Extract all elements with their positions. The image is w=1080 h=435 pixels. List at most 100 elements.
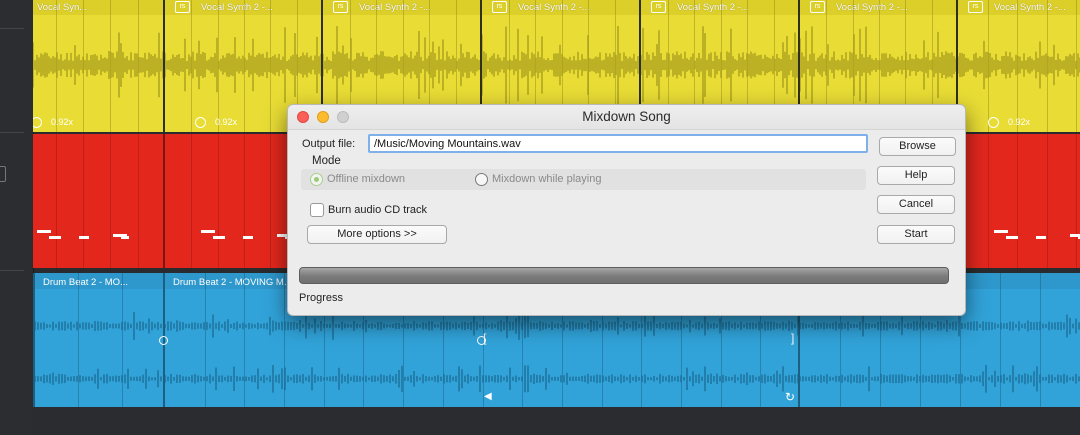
realtime-stretch-icon: rs xyxy=(968,1,983,13)
vocal-synth-clip[interactable]: rs Vocal Synth 2 -... 0.92x xyxy=(956,0,1080,132)
realtime-stretch-icon: rs xyxy=(651,1,666,13)
midi-note xyxy=(201,230,215,233)
beat-grid-line xyxy=(110,134,112,268)
browse-button[interactable]: Browse xyxy=(879,137,956,156)
burn-cd-label[interactable]: Burn audio CD track xyxy=(328,204,427,216)
output-file-value: /Music/Moving Mountains.wav xyxy=(374,138,521,150)
stretch-ratio: 0.92x xyxy=(215,117,238,127)
beat-grid-line xyxy=(1046,134,1048,268)
beat-grid-line xyxy=(83,134,84,268)
empty-track-area[interactable] xyxy=(33,407,1080,435)
midi-note xyxy=(121,236,129,239)
audio-waveform xyxy=(958,40,1080,90)
chevron-down-icon[interactable]: ▾ xyxy=(0,200,6,208)
audio-waveform xyxy=(165,27,322,103)
midi-clip[interactable] xyxy=(33,134,163,268)
realtime-stretch-icon: rs xyxy=(175,1,190,13)
waveform-path xyxy=(165,27,322,103)
realtime-stretch-icon: rs xyxy=(333,1,348,13)
midi-note xyxy=(49,236,61,239)
volume-icon[interactable]: ◀ xyxy=(484,391,492,402)
progress-label: Progress xyxy=(299,292,344,304)
help-button[interactable]: Help xyxy=(877,166,955,185)
loop-icon[interactable]: ↻ xyxy=(785,390,795,404)
mixdown-song-dialog: Mixdown Song Output file: /Music/Moving … xyxy=(287,104,966,316)
clip-name: Vocal Synth 2 -... xyxy=(994,2,1066,13)
midi-note xyxy=(213,236,225,239)
chevron-down-icon[interactable]: ▾ xyxy=(0,338,6,346)
chevron-down-icon[interactable]: ▾ xyxy=(0,250,6,258)
gutter-divider xyxy=(0,270,24,271)
chevron-down-icon[interactable]: ▾ xyxy=(0,364,6,372)
mixdown-while-playing-radio[interactable] xyxy=(475,173,488,186)
offline-mixdown-label[interactable]: Offline mixdown xyxy=(327,173,405,185)
waveform-path xyxy=(482,26,641,104)
waveform-path xyxy=(35,312,165,340)
mode-group: Offline mixdown Mixdown while playing xyxy=(301,169,866,190)
chevron-down-icon[interactable]: ▾ xyxy=(0,86,6,94)
offline-mixdown-radio[interactable] xyxy=(310,173,323,186)
start-button[interactable]: Start xyxy=(877,225,955,244)
dialog-titlebar[interactable]: Mixdown Song xyxy=(288,105,965,130)
track-header-gutter: ▾ ▾ ▾ ▾ ▾ ▾ ▾ xyxy=(0,0,34,435)
waveform-path xyxy=(958,40,1080,90)
output-file-label: Output file: xyxy=(302,138,356,150)
chevron-down-icon[interactable]: ▾ xyxy=(0,62,6,70)
clip-name: Drum Beat 2 - MOVING M... xyxy=(173,277,292,288)
clip-name: Vocal Synth 2 -... xyxy=(201,2,273,13)
waveform-path xyxy=(800,314,1080,338)
vocal-synth-clip[interactable]: rsVocal Syn...0.92x xyxy=(33,0,164,132)
audio-waveform xyxy=(323,26,482,104)
audio-waveform xyxy=(35,312,165,389)
stretch-ratio: 0.92x xyxy=(1008,117,1031,127)
loop-marker-icon[interactable] xyxy=(159,336,168,345)
stretch-icon xyxy=(988,117,999,128)
realtime-stretch-icon: rs xyxy=(492,1,507,13)
beat-grid-line xyxy=(244,134,245,268)
midi-clip[interactable] xyxy=(956,134,1080,268)
burn-cd-checkbox[interactable] xyxy=(310,203,324,217)
more-options-button[interactable]: More options >> xyxy=(307,225,447,244)
beat-grid-line xyxy=(137,134,139,268)
beat-grid-line xyxy=(55,134,57,268)
mixdown-while-playing-label[interactable]: Mixdown while playing xyxy=(492,173,601,185)
beat-grid-line xyxy=(217,134,219,268)
realtime-stretch-icon: rs xyxy=(810,1,825,13)
beat-grid-line xyxy=(1076,134,1077,268)
midi-note xyxy=(37,230,51,233)
waveform-path xyxy=(323,26,482,104)
audio-waveform xyxy=(33,32,164,98)
audio-waveform xyxy=(800,26,957,104)
chevron-down-icon[interactable]: ▾ xyxy=(0,226,6,234)
gutter-divider xyxy=(0,28,24,29)
beat-grid-line xyxy=(987,134,989,268)
waveform-path xyxy=(165,364,799,393)
clip-name: Vocal Synth 2 -... xyxy=(677,2,749,13)
midi-note xyxy=(1006,236,1018,239)
mixdown-progress-bar xyxy=(299,267,949,284)
cancel-button[interactable]: Cancel xyxy=(877,195,955,214)
clip-name: Vocal Syn... xyxy=(37,2,88,13)
waveform-path xyxy=(800,364,1080,393)
track-toggle-icon[interactable] xyxy=(0,166,6,182)
midi-note xyxy=(994,230,1008,233)
waveform-path xyxy=(800,26,957,104)
output-file-input[interactable]: /Music/Moving Mountains.wav xyxy=(368,134,868,153)
audio-waveform xyxy=(482,26,641,104)
clip-name: Vocal Synth 2 -... xyxy=(518,2,590,13)
clip-name: Drum Beat 2 - MO... xyxy=(43,277,128,288)
mode-group-label: Mode xyxy=(312,155,341,167)
midi-note xyxy=(1036,236,1046,239)
beat-grid-line xyxy=(1017,134,1018,268)
clip-name: Vocal Synth 2 -... xyxy=(359,2,431,13)
drum-beat-clip[interactable]: Drum Beat 2 - MO... xyxy=(33,273,165,407)
waveform-path xyxy=(35,368,165,389)
gutter-divider xyxy=(0,132,24,133)
selection-end-bracket[interactable]: ] xyxy=(791,331,794,345)
selection-start-bracket[interactable]: [ xyxy=(483,331,486,345)
stretch-ratio: 0.92x xyxy=(51,117,74,127)
waveform-path xyxy=(641,26,800,104)
stretch-icon xyxy=(33,117,42,128)
midi-note xyxy=(243,236,253,239)
waveform-path xyxy=(33,32,164,98)
